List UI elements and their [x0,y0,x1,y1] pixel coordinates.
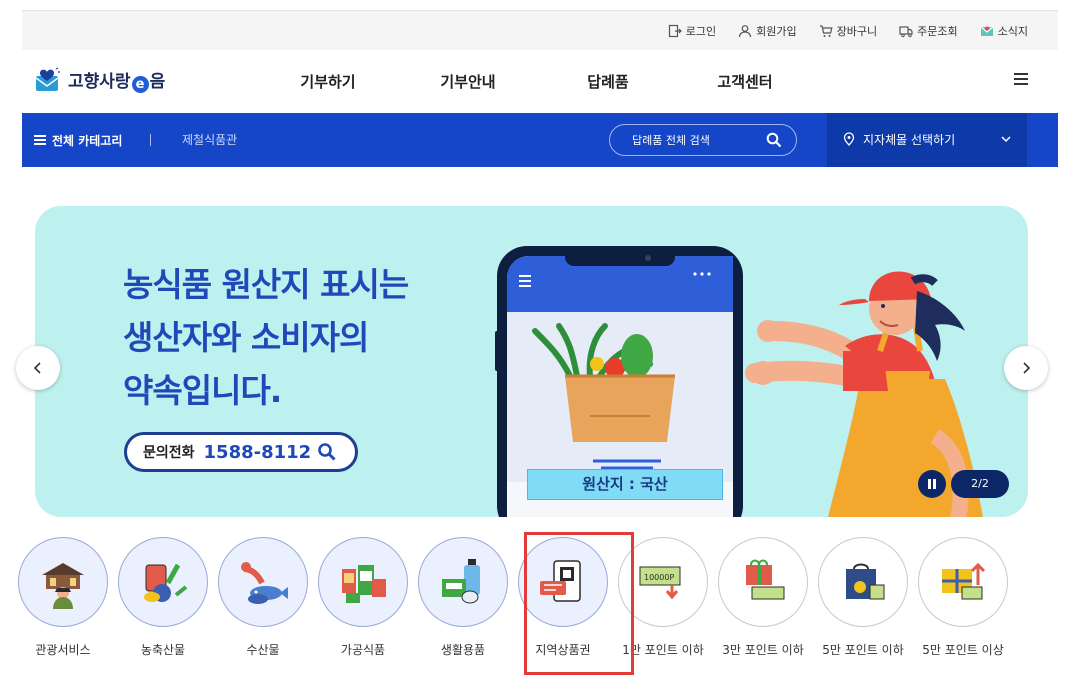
category-points-under-50k[interactable]: 5만 포인트 이하 [813,537,913,677]
pause-button[interactable] [918,470,946,498]
main-banner[interactable]: 농식품 원산지 표시는 생산자와 소비자의 약속입니다. 문의전화 1588-8… [35,206,1028,517]
search-box[interactable] [609,124,797,156]
nav-gifts[interactable]: 답례품 [568,71,648,92]
bag-50k-icon [846,563,885,600]
newsletter-link[interactable]: 소식지 [980,23,1028,39]
category-processed-food[interactable]: 가공식품 [313,537,413,677]
heart-mail-logo-icon [35,67,60,91]
divider [150,134,151,146]
category-shortcuts: 관광서비스 농축산물 수산물 가공식품 생활용품 지역상품권 10000P 1만… [13,537,1023,677]
svg-text:10000P: 10000P [644,573,674,582]
region-select-label: 지자체몰 선택하기 [863,133,956,147]
login-icon [668,24,682,38]
nav-customer-center[interactable]: 고객센터 [705,71,785,92]
signup-link[interactable]: 회원가입 [738,23,797,39]
banner-prev-button[interactable] [16,346,60,390]
category-points-under-30k[interactable]: 3만 포인트 이하 [713,537,813,677]
cart-icon [819,25,833,37]
slide-counter: 2/2 [951,470,1009,498]
household-icon [442,559,480,604]
category-label: 생활용품 [440,643,486,657]
menu-lines-icon [34,133,46,147]
hotline-number: 1588-8112 [203,441,312,463]
search-icon[interactable] [766,132,782,148]
banner-next-button[interactable] [1004,346,1048,390]
user-icon [739,25,752,38]
headline-line-1: 농식품 원산지 표시는 [123,265,409,304]
chevron-right-icon [1023,362,1031,374]
category-household[interactable]: 생활용품 [413,537,513,677]
utility-links: 로그인 회원가입 장바구니 주문조회 소식지 [668,11,1028,51]
banner-headline: 농식품 원산지 표시는 생산자와 소비자의 약속입니다. [123,258,409,417]
menu-icon[interactable] [1014,73,1028,87]
category-label: 5만 포인트 이상 [922,643,1004,657]
category-label: 관광서비스 [35,643,91,657]
category-points-over-50k[interactable]: 5만 포인트 이상 [913,537,1013,677]
headline-line-3: 약속입니다. [123,371,282,410]
nav-donate[interactable]: 기부하기 [288,71,368,92]
category-label: 가공식품 [340,643,386,657]
category-label: 농축산물 [140,643,186,657]
hotline-badge: 문의전화 1588-8112 [124,432,358,472]
logo-text: 고향사랑 e 음 [68,67,165,93]
utility-bar: 로그인 회원가입 장바구니 주문조회 소식지 [22,10,1058,50]
all-categories-label: 전체 카테고리 [52,133,123,148]
chevron-left-icon [33,362,41,374]
cart-label: 장바구니 [836,25,878,38]
category-seafood[interactable]: 수산물 [213,537,313,677]
category-tourism[interactable]: 관광서비스 [13,537,113,677]
headline-line-2: 생산자와 소비자의 [123,318,369,357]
seasonal-food-link[interactable]: 제철식품관 [182,113,237,167]
location-pin-icon [843,132,855,146]
login-label: 로그인 [685,25,717,38]
search-icon [318,443,336,461]
nav-donation-guide[interactable]: 기부안내 [428,71,508,92]
points-10k-icon: 10000P [639,566,681,600]
hotline-label: 문의전화 [143,445,195,461]
login-link[interactable]: 로그인 [668,23,716,39]
logo-text-part1: 고향사랑 [68,72,131,92]
all-categories-button[interactable]: 전체 카테고리 [34,113,122,167]
category-bar: 전체 카테고리 제철식품관 지자체몰 선택하기 [22,113,1058,167]
logo-text-part3: 음 [149,72,166,92]
newsletter-icon [980,26,994,36]
main-header: 고향사랑 e 음 기부하기 기부안내 답례품 고객센터 [22,50,1058,113]
category-label: 3만 포인트 이하 [722,643,804,657]
truck-icon [899,26,913,38]
main-nav: 기부하기 기부안내 답례품 고객센터 [288,50,785,113]
category-label: 5만 포인트 이하 [822,643,904,657]
tourism-icon [42,563,84,609]
cart-link[interactable]: 장바구니 [819,23,877,39]
newsletter-label: 소식지 [997,25,1028,38]
signup-label: 회원가입 [756,25,797,38]
category-label: 수산물 [246,643,280,657]
origin-label: 원산지 : 국산 [527,469,723,500]
search-input[interactable] [632,125,762,155]
gift-30k-icon [746,559,785,600]
order-lookup-label: 주문조회 [917,25,958,38]
order-lookup-link[interactable]: 주문조회 [899,23,958,39]
seafood-icon [241,562,288,604]
category-agriculture[interactable]: 농축산물 [113,537,213,677]
agriculture-icon [144,563,188,602]
processed-food-icon [342,565,386,603]
chevron-down-icon [1001,136,1011,143]
logo-text-e: e [131,76,149,93]
selection-highlight [524,532,634,675]
region-select[interactable]: 지자체몰 선택하기 [827,113,1027,167]
gift-over-50k-icon [942,562,986,600]
pause-icon [928,479,931,489]
site-logo[interactable]: 고향사랑 e 음 [34,67,165,93]
